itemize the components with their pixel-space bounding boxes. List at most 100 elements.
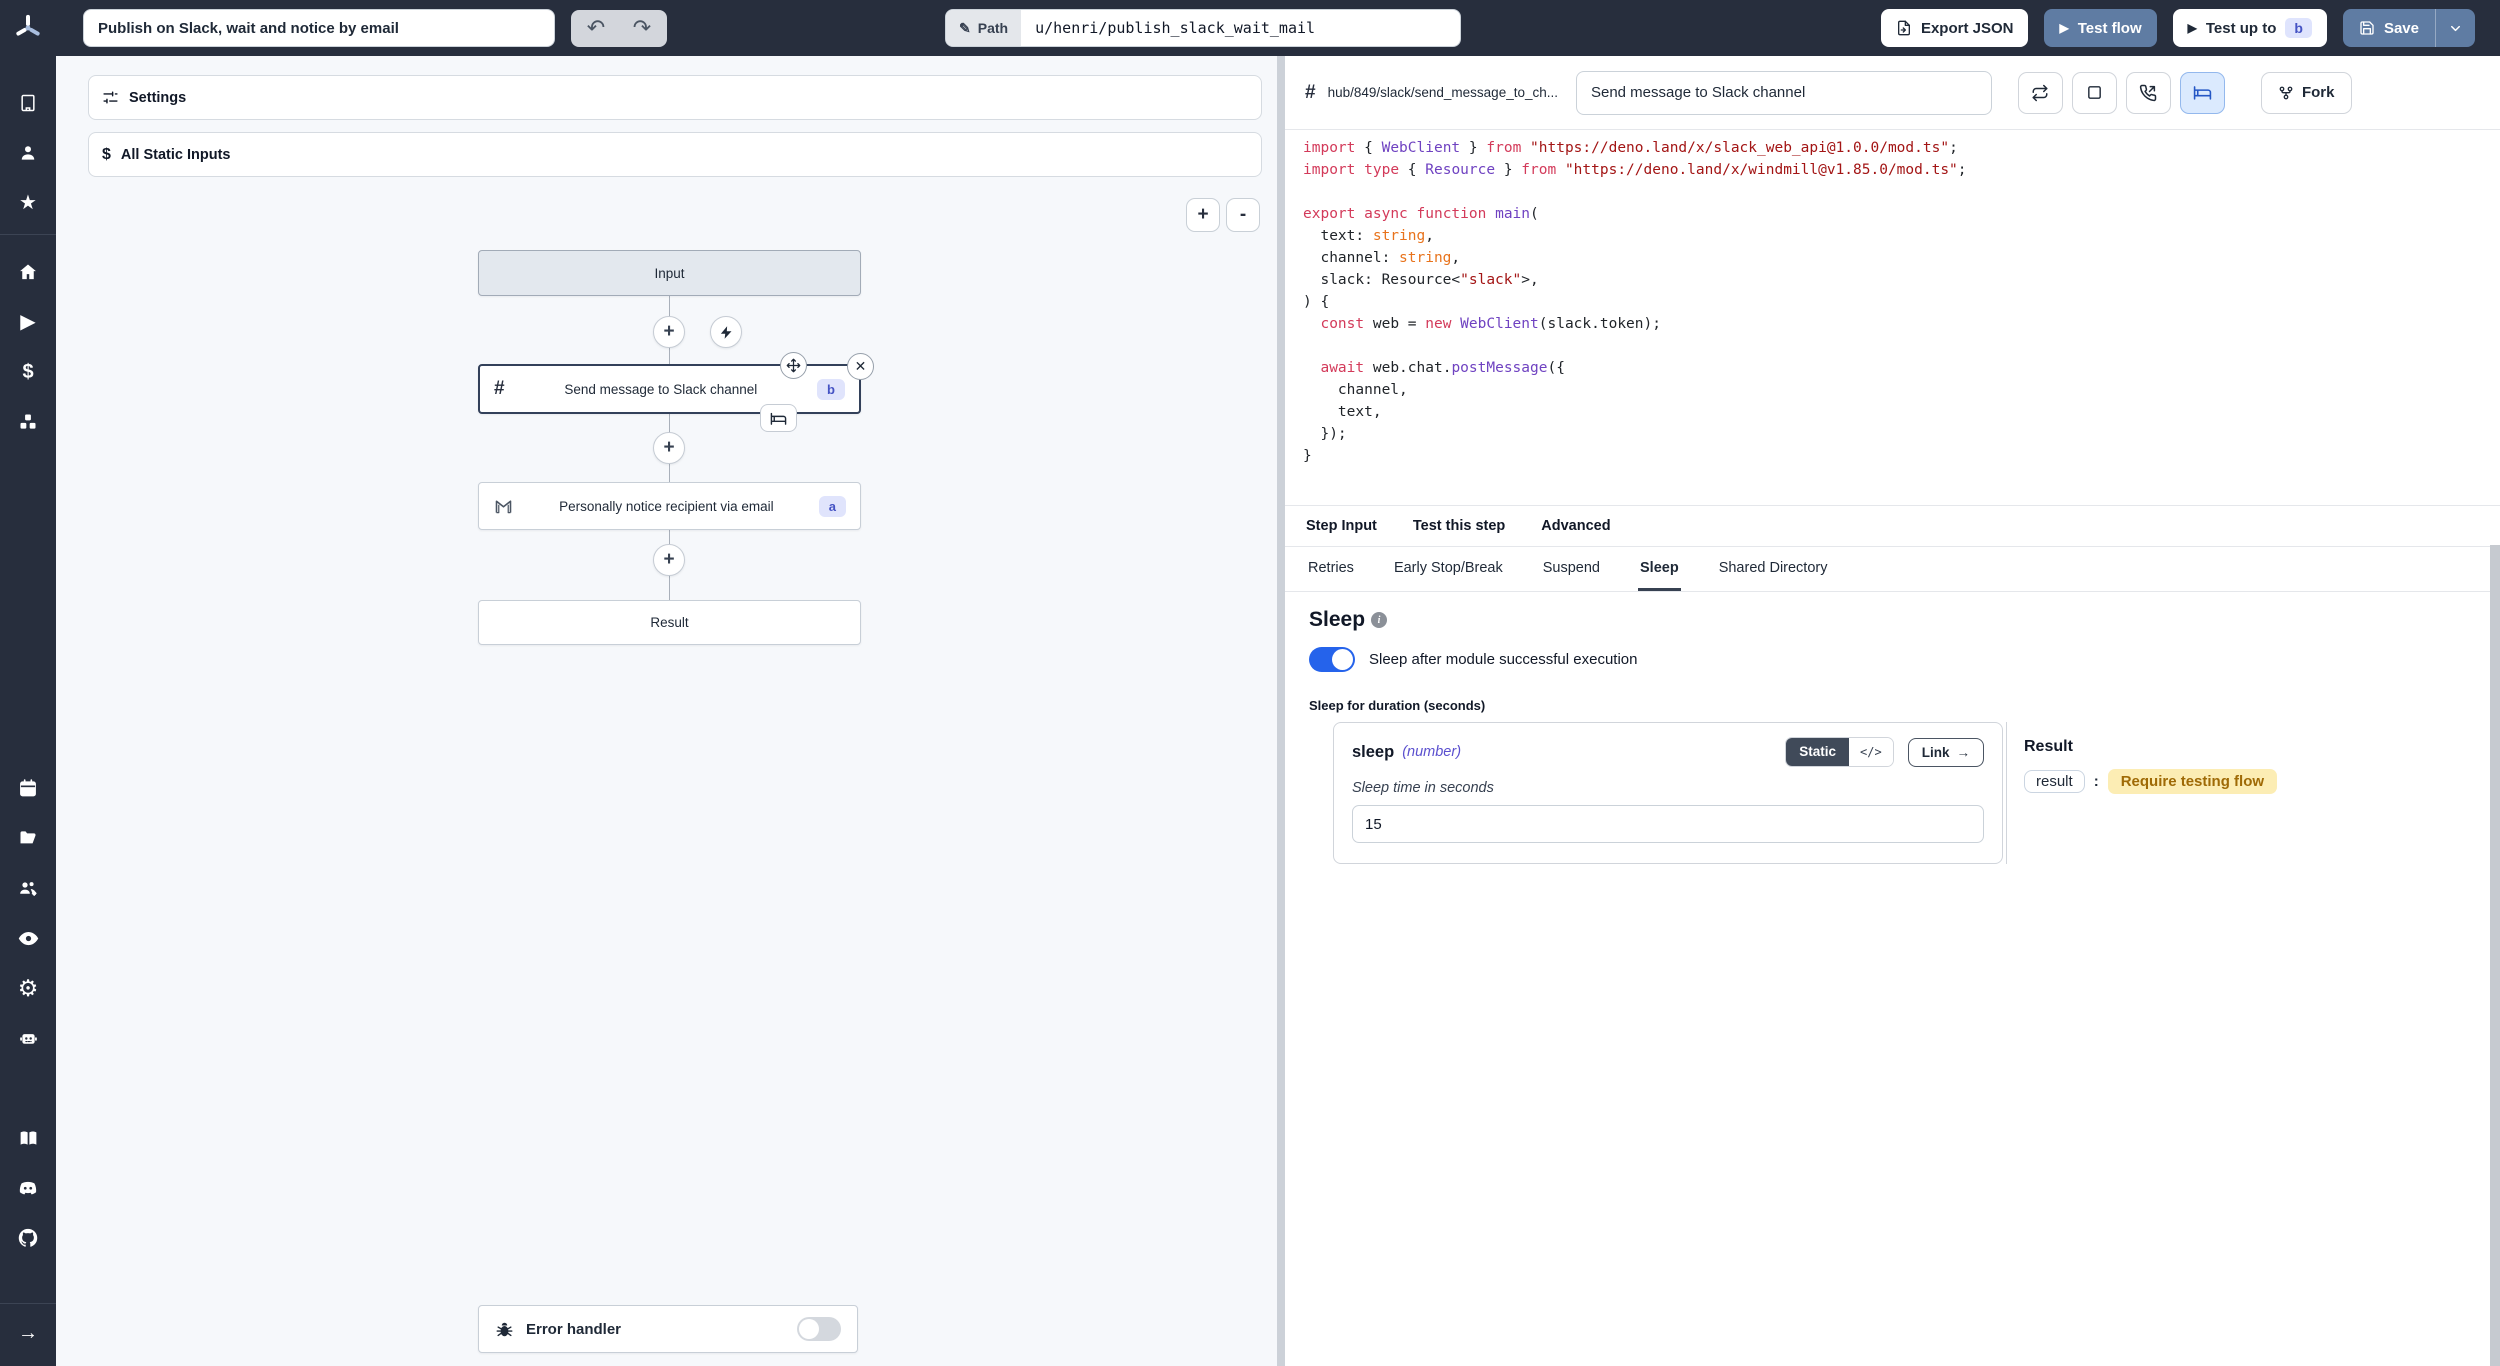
test-up-to-button[interactable]: ▶ Test up to b [2173, 9, 2327, 47]
slack-step-label: Send message to Slack channel [517, 382, 805, 397]
flow-title-input[interactable] [83, 9, 555, 47]
early-stop-button[interactable] [2072, 72, 2117, 114]
zoom-out-button[interactable]: - [1226, 198, 1260, 232]
scrollbar[interactable] [2490, 545, 2500, 1366]
advanced-subtabs: Retries Early Stop/Break Suspend Sleep S… [1285, 546, 2500, 592]
topbar: ↶ ↷ ✎ Path u/henri/publish_slack_wait_ma… [0, 0, 2500, 56]
sidebar-item-workers[interactable] [0, 1017, 56, 1059]
code-mode-button[interactable]: </> [1849, 738, 1893, 766]
flow-node-error-handler[interactable]: Error handler [478, 1305, 858, 1353]
code-line: import type { Resource } from "https://d… [1303, 162, 2482, 184]
sleep-enabled-toggle[interactable] [1309, 647, 1355, 672]
bug-icon [495, 1320, 514, 1339]
add-step-button[interactable]: + [653, 432, 685, 464]
settings-label: Settings [129, 90, 186, 106]
sliders-icon [102, 89, 119, 106]
arrow-right-icon: → [18, 1323, 38, 1343]
flow-static-inputs-bar[interactable]: $ All Static Inputs [88, 132, 1262, 177]
fork-label: Fork [2302, 84, 2335, 101]
step-sleep-indicator[interactable] [760, 404, 797, 432]
dollar-icon: $ [102, 146, 111, 164]
test-flow-button[interactable]: ▶ Test flow [2044, 9, 2156, 47]
retries-button[interactable] [2018, 72, 2063, 114]
sleep-button[interactable] [2180, 72, 2225, 114]
sidebar-item-schedules[interactable] [0, 767, 56, 809]
flow-node-result[interactable]: Result [478, 600, 861, 645]
step-name-input[interactable] [1576, 71, 1992, 115]
sidebar-item-runs[interactable]: ▶ [0, 301, 56, 343]
subtab-shared-directory[interactable]: Shared Directory [1717, 547, 1830, 591]
save-icon [2359, 20, 2375, 36]
path-label-segment[interactable]: ✎ Path [946, 10, 1021, 46]
sleep-section: Sleep i Sleep after module successful ex… [1285, 592, 2500, 880]
subtab-sleep[interactable]: Sleep [1638, 547, 1681, 591]
sidebar-item-settings[interactable]: ⚙ [0, 967, 56, 1009]
static-mode-button[interactable]: Static [1786, 738, 1849, 766]
sidebar-item-folders[interactable] [0, 817, 56, 859]
sidebar-item-discord[interactable] [0, 1167, 56, 1209]
link-button[interactable]: Link → [1908, 738, 1984, 767]
tab-step-input[interactable]: Step Input [1306, 518, 1377, 534]
sidebar-item-workspace[interactable] [0, 82, 56, 124]
subtab-suspend[interactable]: Suspend [1541, 547, 1602, 591]
code-line: ) { [1303, 294, 2482, 316]
undo-button[interactable]: ↶ [573, 12, 619, 45]
result-value-badge[interactable]: Require testing flow [2108, 769, 2277, 794]
sidebar-item-docs[interactable] [0, 1117, 56, 1159]
redo-button[interactable]: ↷ [619, 12, 665, 45]
sleep-seconds-input[interactable] [1352, 805, 1984, 843]
play-icon: ▶ [2059, 21, 2068, 35]
save-button[interactable]: Save [2343, 9, 2435, 47]
plus-icon: + [663, 321, 674, 343]
add-step-button[interactable]: + [653, 544, 685, 576]
suspend-button[interactable] [2126, 72, 2171, 114]
subtab-retries[interactable]: Retries [1306, 547, 1356, 591]
eye-icon [18, 928, 39, 949]
flow-settings-bar[interactable]: Settings [88, 75, 1262, 120]
sidebar-item-github[interactable] [0, 1217, 56, 1259]
gmail-icon [493, 496, 514, 517]
add-trigger-button[interactable] [710, 316, 742, 348]
static-inputs-label: All Static Inputs [121, 147, 231, 163]
move-step-button[interactable] [780, 352, 807, 379]
path-group[interactable]: ✎ Path u/henri/publish_slack_wait_mail [945, 9, 1461, 47]
flow-node-input[interactable]: Input [478, 250, 861, 296]
subtab-early-stop[interactable]: Early Stop/Break [1392, 547, 1505, 591]
add-step-button[interactable]: + [653, 316, 685, 348]
export-json-button[interactable]: Export JSON [1881, 9, 2029, 47]
windmill-logo[interactable] [0, 0, 56, 56]
sidebar-item-user[interactable] [0, 132, 56, 174]
chevron-down-icon [2448, 21, 2463, 36]
fork-button[interactable]: Fork [2261, 72, 2352, 114]
tab-test-this-step[interactable]: Test this step [1413, 518, 1505, 534]
code-line: const web = new WebClient(slack.token); [1303, 316, 2482, 338]
flow-node-email-step[interactable]: Personally notice recipient via email a [478, 482, 861, 530]
sidebar-item-resources[interactable] [0, 401, 56, 443]
code-line [1303, 184, 2482, 206]
code-line: import { WebClient } from "https://deno.… [1303, 140, 2482, 162]
zoom-in-button[interactable]: + [1186, 198, 1220, 232]
code-area[interactable]: import { WebClient } from "https://deno.… [1285, 130, 2500, 505]
code-line: } [1303, 448, 2482, 470]
sidebar-item-groups[interactable] [0, 867, 56, 909]
sidebar-item-favorites[interactable]: ★ [0, 182, 56, 224]
panel-splitter[interactable] [1277, 56, 1285, 1366]
value-mode-segmented-control: Static </> [1785, 737, 1893, 767]
delete-step-button[interactable]: ✕ [847, 353, 874, 380]
gear-icon: ⚙ [18, 977, 39, 1000]
square-stop-icon [2086, 84, 2103, 101]
toggle-knob [1332, 649, 1353, 670]
topbar-actions: Export JSON ▶ Test flow ▶ Test up to b S… [1881, 9, 2475, 47]
error-handler-toggle[interactable] [797, 1317, 841, 1341]
sidebar-item-home[interactable] [0, 251, 56, 293]
result-title: Result [2024, 738, 2476, 756]
flow-panel: Settings $ All Static Inputs + - Input +… [56, 56, 1277, 1366]
save-dropdown-button[interactable] [2435, 9, 2475, 47]
editor-panel: # hub/849/slack/send_message_to_ch... [1285, 56, 2500, 1366]
code-line: text, [1303, 404, 2482, 426]
sidebar-item-audit[interactable] [0, 917, 56, 959]
info-icon[interactable]: i [1371, 612, 1387, 628]
tab-advanced[interactable]: Advanced [1541, 518, 1610, 534]
sidebar-item-variables[interactable]: $ [0, 351, 56, 393]
sidebar-collapse-button[interactable]: → [0, 1312, 56, 1354]
